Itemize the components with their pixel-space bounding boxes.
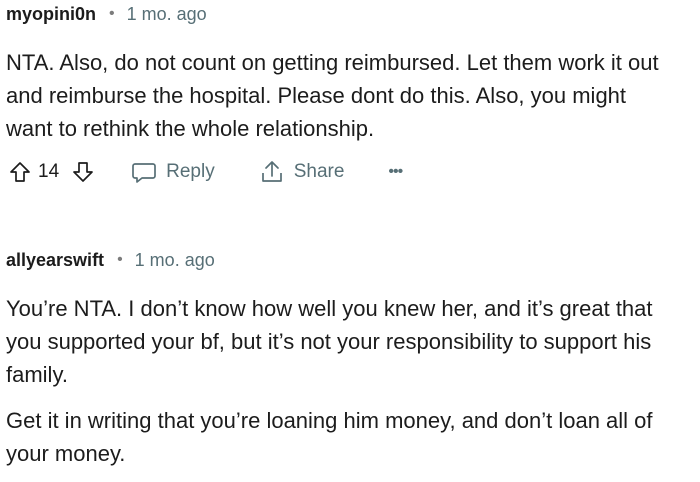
comment-body: NTA. Also, do not count on getting reimb… bbox=[6, 46, 659, 145]
comment-body: You’re NTA. I don’t know how well you kn… bbox=[6, 292, 653, 470]
comment-meta: allyearswift • 1 mo. ago bbox=[6, 248, 700, 272]
comment: allyearswift • 1 mo. ago You’re NTA. I d… bbox=[6, 248, 700, 467]
reply-label: Reply bbox=[166, 161, 215, 182]
comment: myopini0n • 1 mo. ago NTA. Also, do not … bbox=[6, 2, 700, 183]
meta-separator: • bbox=[109, 5, 115, 22]
comment-timestamp[interactable]: 1 mo. ago bbox=[135, 250, 215, 271]
comment-actions: 14 Reply Share ••• bbox=[6, 156, 403, 188]
meta-separator: • bbox=[117, 251, 123, 268]
comment-author[interactable]: myopini0n bbox=[6, 4, 96, 25]
upvote-icon[interactable] bbox=[8, 160, 32, 184]
comment-paragraph: NTA. Also, do not count on getting reimb… bbox=[6, 50, 659, 141]
share-icon bbox=[259, 159, 285, 185]
vote-count: 14 bbox=[38, 161, 60, 182]
comment-paragraph: You’re NTA. I don’t know how well you kn… bbox=[6, 296, 653, 387]
reply-button[interactable]: Reply bbox=[131, 160, 215, 184]
downvote-icon[interactable] bbox=[71, 160, 95, 184]
more-options-icon[interactable]: ••• bbox=[388, 163, 403, 181]
comment-meta: myopini0n • 1 mo. ago bbox=[6, 2, 700, 26]
comment-paragraph: Get it in writing that you’re loaning hi… bbox=[6, 408, 653, 466]
comment-author[interactable]: allyearswift bbox=[6, 250, 104, 271]
reply-icon bbox=[131, 160, 157, 184]
share-button[interactable]: Share bbox=[259, 159, 345, 185]
comment-timestamp[interactable]: 1 mo. ago bbox=[127, 4, 207, 25]
share-label: Share bbox=[293, 161, 345, 182]
